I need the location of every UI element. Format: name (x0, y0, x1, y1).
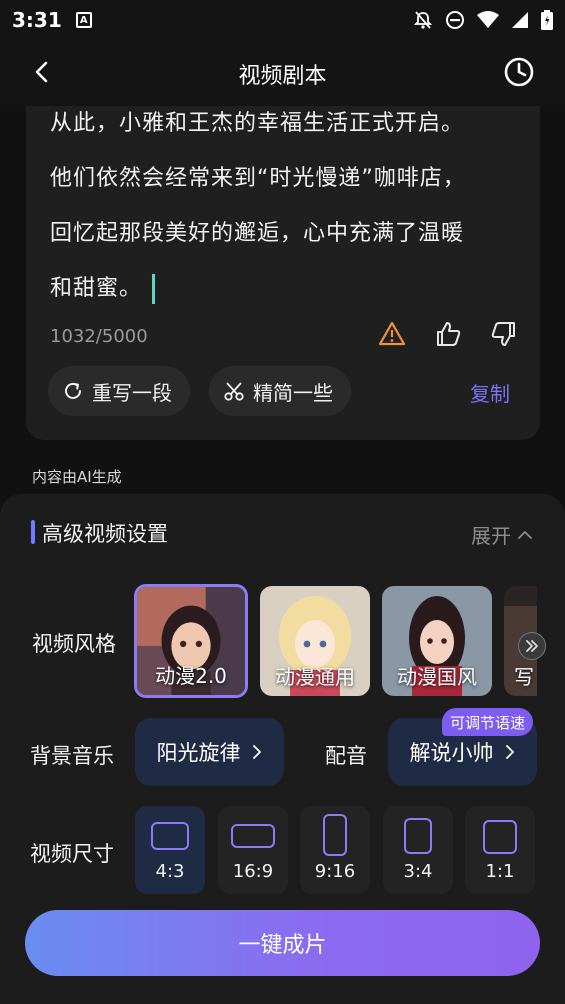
status-time: 3:31 (12, 8, 62, 32)
scissors-icon (224, 382, 244, 401)
size-option-3-4[interactable]: 3:4 (383, 806, 453, 894)
chevron-right-icon (505, 745, 514, 759)
wifi-icon (477, 11, 499, 28)
size-option-1-1[interactable]: 1:1 (465, 806, 535, 894)
ai-generated-note: 内容由AI生成 (32, 468, 122, 486)
speed-adjustable-badge: 可调节语速 (442, 708, 534, 736)
script-line-last: 和甜蜜。 (50, 261, 520, 316)
style-carousel[interactable]: 动漫2.0 动漫通用 动漫国风 写 (134, 582, 537, 700)
script-line: 回忆起那段美好的邂逅，心中充满了温暖 (50, 221, 465, 246)
music-value: 阳光旋律 (156, 741, 241, 765)
expand-label: 展开 (471, 524, 511, 548)
refresh-icon (65, 382, 81, 399)
clock-history-icon[interactable] (503, 56, 535, 88)
scroll-right-button[interactable] (518, 632, 546, 660)
size-label: 4:3 (155, 861, 185, 882)
ratio-16-9-icon (231, 824, 275, 848)
style-name: 写 (514, 665, 534, 689)
style-option-anime-chinese[interactable]: 动漫国风 (382, 586, 492, 696)
signal-icon (512, 12, 528, 28)
voice-value: 解说小帅 (409, 741, 494, 765)
battery-icon (541, 10, 553, 30)
status-icons (413, 10, 553, 30)
notification-icon: A (75, 12, 92, 28)
size-option-16-9[interactable]: 16:9 (218, 806, 288, 894)
text-cursor (152, 274, 156, 304)
bell-off-icon (413, 11, 433, 29)
style-row-label: 视频风格 (32, 632, 116, 656)
ratio-9-16-icon (323, 814, 347, 856)
thumbs-up-icon[interactable] (434, 320, 462, 348)
rewrite-button[interactable]: 重写一段 (48, 366, 190, 416)
thumbs-down-icon[interactable] (490, 320, 518, 348)
size-option-9-16[interactable]: 9:16 (300, 806, 370, 894)
chevron-right-icon (252, 745, 261, 759)
warning-icon[interactable] (378, 320, 406, 348)
ratio-3-4-icon (404, 818, 432, 854)
size-label: 9:16 (314, 861, 356, 882)
rewrite-label: 重写一段 (92, 380, 172, 405)
script-line-text: 和甜蜜。 (50, 276, 143, 301)
expand-toggle[interactable]: 展开 (471, 520, 533, 549)
copy-button[interactable]: 复制 (470, 378, 510, 407)
chevron-up-icon (518, 530, 532, 539)
simplify-button[interactable]: 精简一些 (209, 366, 351, 416)
size-option-4-3[interactable]: 4:3 (135, 806, 205, 894)
music-row-label: 背景音乐 (30, 744, 114, 768)
char-counter: 1032/5000 (50, 326, 148, 347)
section-accent-bar (31, 520, 35, 544)
status-bar: 3:31 A (0, 0, 565, 40)
size-label: 1:1 (485, 861, 515, 882)
simplify-label: 精简一些 (253, 380, 333, 405)
style-name: 动漫2.0 (155, 664, 227, 688)
style-name: 动漫通用 (275, 665, 355, 689)
size-row-label: 视频尺寸 (30, 842, 114, 866)
style-option-anime-2[interactable]: 动漫2.0 (134, 584, 248, 698)
double-chevron-right-icon (526, 640, 538, 652)
music-select-button[interactable]: 阳光旋律 (135, 718, 284, 786)
settings-title: 高级视频设置 (42, 522, 168, 546)
page-title: 视频剧本 (238, 64, 327, 89)
style-name: 动漫国风 (397, 665, 477, 689)
style-option-anime-general[interactable]: 动漫通用 (260, 586, 370, 696)
script-line: 他们依然会经常来到“时光慢递”咖啡店， (50, 166, 466, 191)
script-text[interactable]: 从此，小雅和王杰的幸福生活正式开启。 他们依然会经常来到“时光慢递”咖啡店， 回… (50, 96, 520, 316)
do-not-disturb-icon (446, 11, 464, 29)
ratio-4-3-icon (151, 822, 189, 850)
ratio-1-1-icon (483, 820, 517, 854)
size-label: 16:9 (232, 861, 274, 882)
script-card: 从此，小雅和王杰的幸福生活正式开启。 他们依然会经常来到“时光慢递”咖啡店， 回… (26, 80, 540, 440)
app-header: 视频剧本 (0, 40, 565, 106)
size-label: 3:4 (403, 861, 433, 882)
voice-row-label: 配音 (325, 744, 367, 768)
generate-video-button[interactable]: 一键成片 (25, 910, 540, 976)
